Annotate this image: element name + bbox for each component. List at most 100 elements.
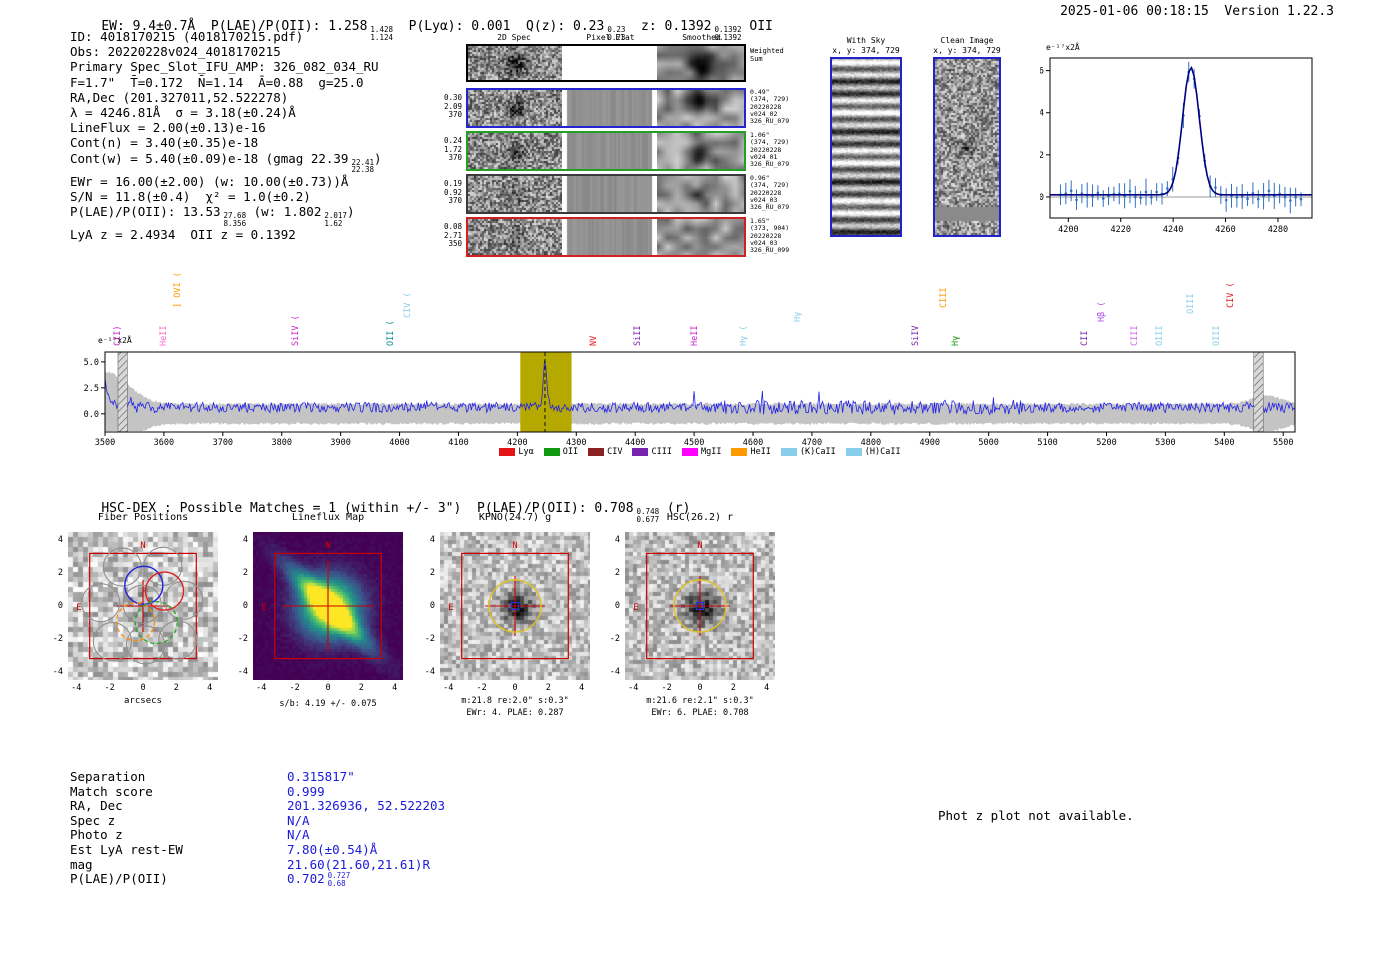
svg-text:5100: 5100 xyxy=(1037,438,1057,448)
spec2d-row xyxy=(466,88,746,128)
summary-seg4: OII xyxy=(741,19,773,34)
svg-text:4220: 4220 xyxy=(1110,225,1130,235)
cutout-ytick: 0 xyxy=(429,601,435,611)
cutout-ytick: 4 xyxy=(57,535,63,546)
cutout-ytick: -2 xyxy=(424,633,435,644)
svg-text:3600: 3600 xyxy=(154,438,174,448)
info-line: S/N = 11.8(±0.4) χ² = 1.0(±0.2) xyxy=(70,189,311,205)
cutout-ytick: 0 xyxy=(614,601,620,611)
info-line: F=1.7" T̄=0.172 N̄=1.14 Ā=0.88 g=25.0 xyxy=(70,74,364,90)
info-line: ID: 4018170215 (4018170215.pdf) xyxy=(70,29,304,44)
svg-text:e⁻¹⁷x2Å: e⁻¹⁷x2Å xyxy=(98,335,132,345)
cutout-title: KPNO(24.7) g xyxy=(478,512,552,523)
svg-text:E: E xyxy=(261,603,266,613)
info-line: EWr = 16.00(±2.00) (w: 10.00(±0.73))Å xyxy=(70,173,349,189)
match-row: Spec z N/A xyxy=(70,812,310,828)
col-header-pixelflat: Pixel Flat xyxy=(586,33,635,42)
cutout-ytick: -4 xyxy=(609,666,620,677)
cutout-caption: s/b: 4.19 +/- 0.075 xyxy=(279,699,377,709)
legend-item: CIV xyxy=(588,447,622,457)
withsky-image xyxy=(832,59,900,235)
photz-note: Phot z plot not available. xyxy=(938,808,1134,823)
legend-label: (K)CaII xyxy=(799,447,836,457)
svg-text:3900: 3900 xyxy=(330,438,350,448)
svg-text:4280: 4280 xyxy=(1268,225,1288,235)
legend-item: (H)CaII xyxy=(845,447,901,457)
cutout-xtick: 4 xyxy=(392,683,398,693)
cutout-title: Fiber Positions xyxy=(97,512,189,523)
smoothed-image xyxy=(657,176,744,212)
row-scale-labels: 0.24 1.72 370 xyxy=(420,136,462,163)
info-line: λ = 4246.81Å σ = 3.18(±0.24)Å xyxy=(70,105,296,121)
emission-line-label: OIII xyxy=(1186,293,1196,314)
cutout-xtick: 4 xyxy=(764,683,770,693)
weighted-2dspec-image xyxy=(468,46,562,80)
smoothed-image xyxy=(657,90,744,126)
spectrum-plot: 3500 3600 3700 3800 3900 4000 4100 4200 4300 4400… xyxy=(84,335,1296,448)
detection-info: ID: 4018170215 (4018170215.pdf) Obs: 202… xyxy=(70,29,382,243)
pixel-flat-image xyxy=(564,219,655,255)
spectrum-legend: Lyα OII CIV CIII MgII HeII (K)CaII (H)CaII xyxy=(430,447,970,457)
svg-text:e⁻¹⁷x2Å: e⁻¹⁷x2Å xyxy=(1046,41,1080,52)
cutout-ytick: -2 xyxy=(237,633,248,644)
info-line-plae: P(LAE)/P(OII): 13.53 27.68 8.356 (w: 1.802… xyxy=(70,204,355,228)
legend-swatch xyxy=(780,448,797,456)
legend-label: CIV xyxy=(607,447,623,457)
cutout-xtick: 4 xyxy=(579,683,585,693)
cutout-caption: m:21.6 re:2.1" s:0.3" xyxy=(646,696,754,706)
legend-swatch xyxy=(588,448,605,456)
svg-text:4000: 4000 xyxy=(389,438,409,448)
elixer-report: EW: 9.4±0.7Å P(LAE)/P(OII): 1.258 1.428 1.… xyxy=(0,0,1400,953)
cutout-ytick: 4 xyxy=(429,535,435,546)
cutout-ytick: 2 xyxy=(429,568,435,579)
svg-text:0.0: 0.0 xyxy=(84,410,99,420)
emission-line-label: CIII xyxy=(939,287,949,308)
legend-swatch xyxy=(499,448,516,456)
withsky-title: With Sky xyxy=(846,36,886,45)
spec2d-image xyxy=(468,90,562,126)
cutout-caption: EWr: 4. PLAE: 0.287 xyxy=(466,708,564,718)
cutout-ytick: 4 xyxy=(242,535,248,546)
cutout-xtick: -4 xyxy=(71,683,82,693)
spec2d-image xyxy=(468,133,562,169)
row-meta-value: 326_RU_079 xyxy=(750,117,790,126)
row-scale-value: 350 xyxy=(448,239,462,248)
line-fit-plot: 4200 4220 4240 4260 4280 0 2 4 6 e⁻¹⁷x2Å xyxy=(1040,41,1313,235)
smoothed-image xyxy=(657,133,744,169)
cutout-ytick: -4 xyxy=(52,666,63,677)
withsky-subtitle: x, y: 374, 729 xyxy=(832,46,900,55)
cutout-ytick: -4 xyxy=(237,666,248,677)
match-row: Separation 0.315817" xyxy=(70,769,355,784)
row-meta-value: 326_RU_099 xyxy=(750,246,790,255)
cutout-xtick: 2 xyxy=(730,683,736,693)
svg-text:5500: 5500 xyxy=(1273,438,1293,448)
svg-text:E: E xyxy=(633,603,638,613)
spec2d-image xyxy=(468,219,562,255)
cleanimage-title: Clean Image xyxy=(940,36,994,45)
svg-text:4200: 4200 xyxy=(1058,225,1078,235)
svg-text:4: 4 xyxy=(1040,109,1044,119)
legend-label: HeII xyxy=(750,447,771,457)
emission-line-label: ] OVI ( xyxy=(173,272,183,308)
legend-label: MgII xyxy=(700,447,722,457)
svg-text:4260: 4260 xyxy=(1215,225,1235,235)
cutout-xtick: 0 xyxy=(140,683,146,693)
cutout-ytick: 2 xyxy=(242,568,248,579)
cutout-ytick: -4 xyxy=(424,666,435,677)
row-scale-value: 370 xyxy=(448,196,462,205)
summary-seg2: P(Lyα): 0.001 Q(z): 0.23 xyxy=(393,19,605,34)
legend-item: CIII xyxy=(632,447,672,457)
cutout-xtick: -2 xyxy=(661,683,672,693)
weighted-sum-label: Weighted Sum xyxy=(750,47,784,63)
cutout-caption: EWr: 6. PLAE: 0.708 xyxy=(651,708,749,718)
col-header-smoothed: Smoothed xyxy=(682,33,721,42)
cleanimage-image xyxy=(935,59,999,235)
emission-line-label: CIV ( xyxy=(1226,282,1236,308)
legend-item: MgII xyxy=(681,447,722,457)
summary-seg3: z: 0.1392 xyxy=(625,19,712,34)
svg-text:5.0: 5.0 xyxy=(84,358,99,368)
svg-text:3700: 3700 xyxy=(213,438,233,448)
pixel-flat-image xyxy=(564,90,655,126)
svg-text:2: 2 xyxy=(1040,151,1044,161)
spec2d-row xyxy=(466,217,746,257)
